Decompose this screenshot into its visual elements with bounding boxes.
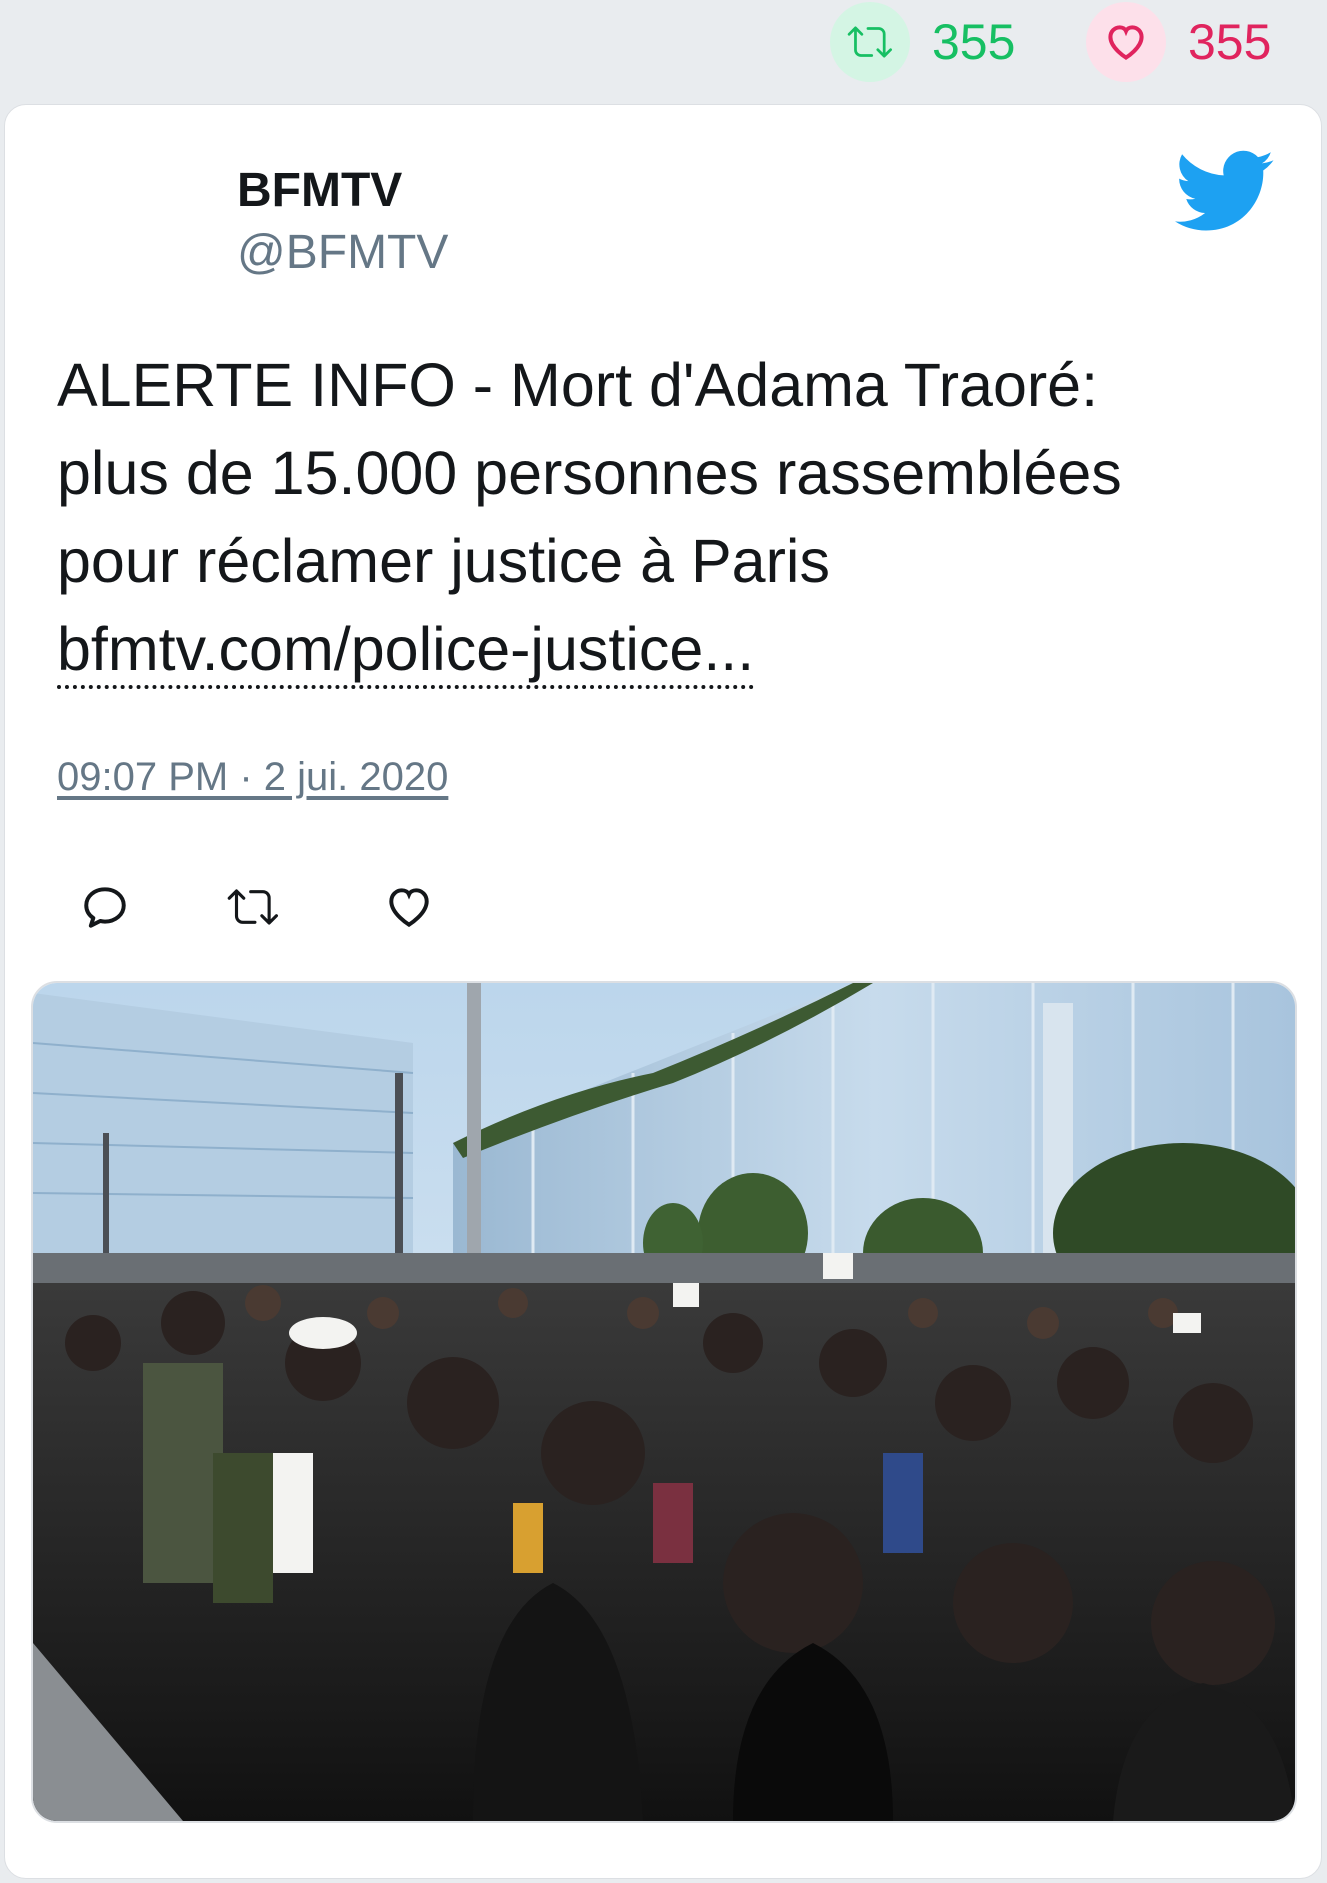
like-stat[interactable]: 355 xyxy=(1086,2,1271,82)
tweet-stats-bar: 355 355 xyxy=(0,0,1327,100)
retweet-button[interactable] xyxy=(223,877,283,937)
tweet-card: BFMTV @BFMTV ALERTE INFO - Mort d'Adama … xyxy=(4,104,1322,1879)
tweet-text-line: ALERTE INFO - Mort d'Adama Traoré: xyxy=(57,351,1099,419)
crowd-photo xyxy=(33,983,1295,1821)
tweet-text: ALERTE INFO - Mort d'Adama Traoré: plus … xyxy=(57,341,1257,693)
heart-icon xyxy=(1086,2,1166,82)
author-handle[interactable]: @BFMTV xyxy=(237,226,448,280)
tweet-photo[interactable] xyxy=(31,981,1297,1823)
retweet-icon xyxy=(830,2,910,82)
heart-icon xyxy=(389,888,429,928)
reply-button[interactable] xyxy=(75,877,135,937)
retweet-stat[interactable]: 355 xyxy=(830,2,1015,82)
tweet-timestamp[interactable]: 09:07 PM · 2 jui. 2020 xyxy=(57,755,448,800)
tweet-link[interactable]: bfmtv.com/police-justice... xyxy=(57,615,755,689)
like-button[interactable] xyxy=(379,877,439,937)
tweet-text-line: pour réclamer justice à Paris xyxy=(57,527,830,595)
tweet-text-line: plus de 15.000 personnes rassemblées xyxy=(57,439,1122,507)
twitter-bird-icon[interactable] xyxy=(1175,147,1275,237)
retweet-icon xyxy=(227,889,278,925)
retweet-count: 355 xyxy=(932,14,1016,70)
like-count: 355 xyxy=(1188,14,1272,70)
author-name[interactable]: BFMTV xyxy=(237,164,402,218)
reply-icon xyxy=(84,887,126,928)
